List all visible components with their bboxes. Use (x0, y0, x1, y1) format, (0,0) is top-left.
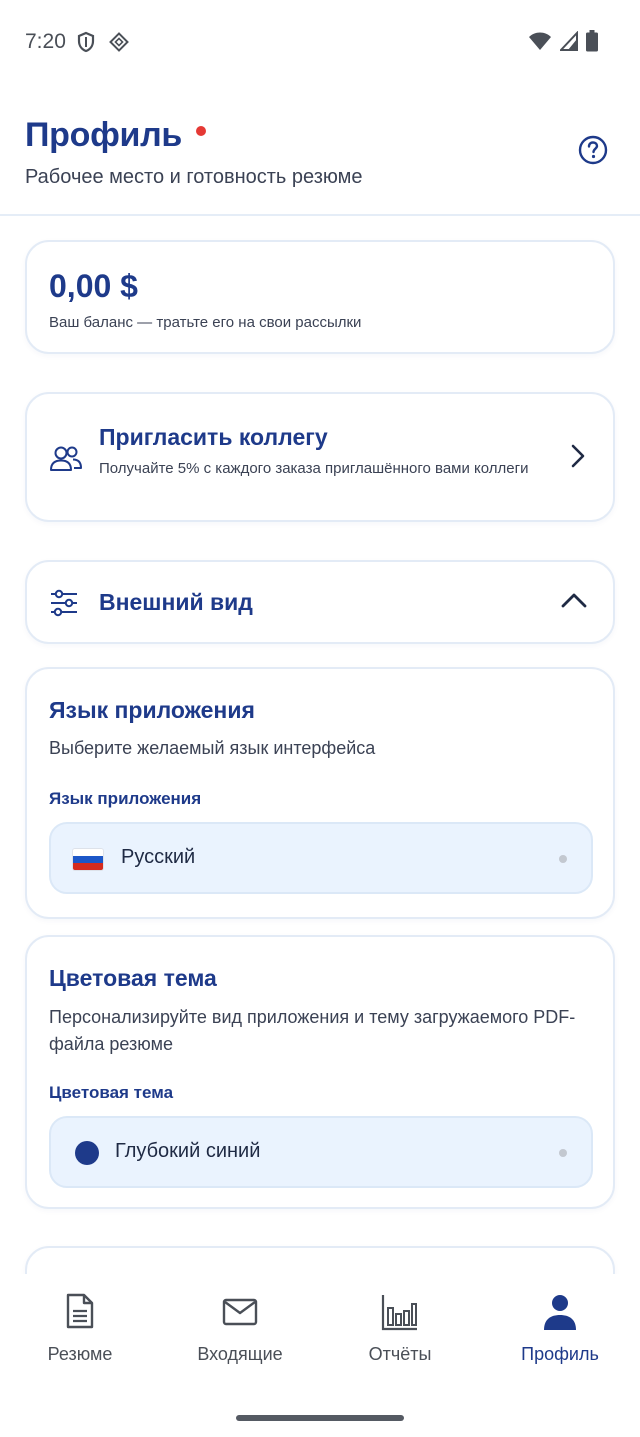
status-bar: 7:20 (0, 0, 640, 84)
theme-field-label: Цветовая тема (49, 1083, 174, 1102)
bottom-navigation: Резюме Входящие Отчёты Профиль (0, 1274, 640, 1384)
wifi-icon (528, 31, 552, 56)
notification-dot (196, 125, 207, 136)
theme-title: Цветовая тема (49, 965, 217, 991)
vpn-icon (108, 31, 130, 58)
balance-card: 0,00 $ Ваш баланс — тратьте его на свои … (25, 240, 615, 354)
theme-description: Персонализируйте вид приложения и тему з… (49, 1007, 576, 1054)
title-row: Профиль (25, 116, 207, 155)
nav-label-resume: Резюме (47, 1344, 113, 1364)
balance-caption: Ваш баланс — тратьте его на свои рассылк… (49, 314, 362, 331)
nav-item-inbox[interactable]: Входящие (160, 1292, 320, 1365)
language-description: Выберите желаемый язык интерфейса (49, 738, 376, 758)
page-header: Профиль Рабочее место и готовность резюм… (0, 84, 640, 216)
invite-title: Пригласить коллегу (99, 424, 328, 450)
signal-icon (558, 30, 578, 56)
status-time: 7:20 (25, 30, 66, 53)
people-icon (49, 444, 83, 477)
invite-colleague-card[interactable]: Пригласить коллегу Получайте 5% с каждог… (25, 392, 615, 522)
nav-item-resume[interactable]: Резюме (0, 1292, 160, 1365)
page-title: Профиль (25, 116, 183, 154)
language-select[interactable]: Русский (49, 822, 593, 894)
nav-item-reports[interactable]: Отчёты (320, 1292, 480, 1365)
person-icon (480, 1292, 640, 1332)
theme-swatch-icon (75, 1141, 99, 1165)
invite-description: Получайте 5% с каждого заказа приглашённ… (99, 460, 529, 477)
select-indicator-icon (559, 855, 567, 863)
sliders-icon (49, 589, 79, 622)
nav-item-profile[interactable]: Профиль (480, 1292, 640, 1365)
language-field-label: Язык приложения (49, 789, 202, 808)
appearance-title: Внешний вид (99, 589, 253, 615)
theme-selected-value: Глубокий синий (115, 1140, 261, 1162)
russia-flag-icon (73, 849, 103, 870)
status-left-icons (76, 31, 130, 58)
page-subtitle: Рабочее место и готовность резюме (25, 166, 363, 188)
chevron-up-icon (561, 592, 587, 613)
chevron-right-icon (571, 444, 585, 473)
nav-label-reports: Отчёты (368, 1344, 432, 1364)
home-indicator[interactable] (236, 1415, 404, 1421)
next-section-card (25, 1246, 615, 1274)
nav-label-profile: Профиль (521, 1344, 599, 1364)
theme-card: Цветовая тема Персонализируйте вид прило… (25, 935, 615, 1209)
profile-content[interactable]: 0,00 $ Ваш баланс — тратьте его на свои … (0, 216, 640, 1274)
balance-amount: 0,00 $ (49, 268, 138, 304)
bar-chart-icon (320, 1292, 480, 1332)
mail-icon (160, 1292, 320, 1332)
language-selected-value: Русский (121, 846, 196, 868)
appearance-section-toggle[interactable]: Внешний вид (25, 560, 615, 644)
select-indicator-icon (559, 1149, 567, 1157)
shield-icon (76, 31, 96, 58)
language-title: Язык приложения (49, 697, 255, 723)
battery-icon (586, 30, 598, 57)
nav-label-inbox: Входящие (197, 1344, 283, 1364)
document-icon (0, 1292, 160, 1332)
theme-select[interactable]: Глубокий синий (49, 1116, 593, 1188)
help-button[interactable] (577, 134, 609, 166)
language-card: Язык приложения Выберите желаемый язык и… (25, 667, 615, 919)
status-right-icons (528, 30, 598, 57)
help-icon (577, 135, 609, 170)
